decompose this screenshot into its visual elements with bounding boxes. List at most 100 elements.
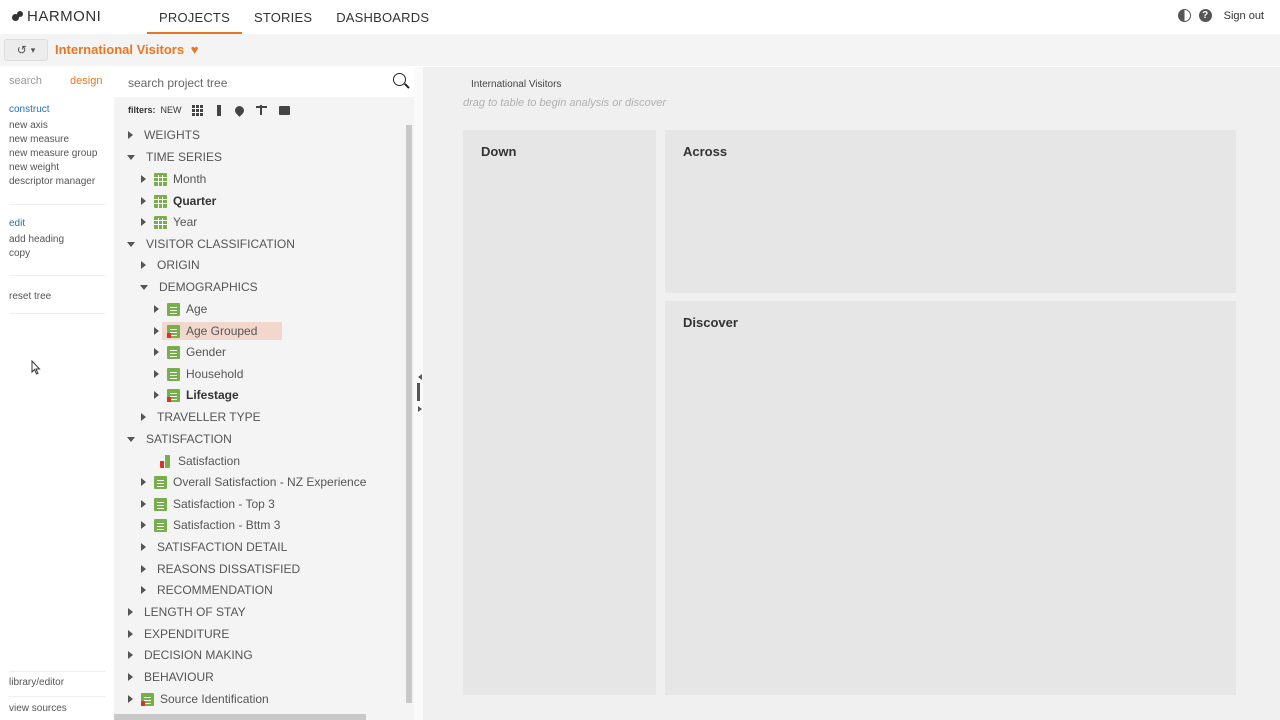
tree-horizontal-scrollbar[interactable] — [114, 714, 366, 720]
tree-node-recommendation[interactable]: RECOMMENDATION — [140, 580, 276, 600]
filter-new[interactable]: NEW — [161, 105, 182, 115]
expand-icon[interactable] — [154, 391, 159, 399]
expand-icon[interactable] — [154, 348, 159, 356]
expand-icon[interactable] — [141, 586, 146, 594]
tree-node-satisfaction-folder[interactable]: SATISFACTION — [127, 429, 235, 449]
tree-node-month[interactable]: Month — [140, 169, 209, 189]
collapse-left-icon[interactable] — [418, 374, 422, 380]
across-drop-zone[interactable]: Across — [665, 130, 1236, 293]
tree-node-visitor-classification[interactable]: VISITOR CLASSIFICATION — [127, 234, 298, 254]
project-bar: ↺ ▾ International Visitors ♥ — [0, 34, 1280, 66]
tree-node-satisfaction-detail[interactable]: SATISFACTION DETAIL — [140, 537, 290, 557]
collapse-icon[interactable] — [127, 242, 135, 247]
expand-icon[interactable] — [154, 305, 159, 313]
reset-tree-link[interactable]: reset tree — [9, 291, 105, 302]
tree-node-length-of-stay[interactable]: LENGTH OF STAY — [127, 602, 249, 622]
tree-node-expenditure[interactable]: EXPENDITURE — [127, 624, 232, 644]
tree-node-year[interactable]: Year — [140, 212, 200, 232]
tree-node-quarter[interactable]: Quarter — [140, 191, 219, 211]
tree-node-time-series[interactable]: TIME SERIES — [127, 147, 225, 167]
tree-vertical-scrollbar[interactable] — [406, 125, 412, 703]
tree-node-age[interactable]: Age — [153, 299, 210, 319]
logo-text: HARMONI — [27, 8, 102, 25]
tree-node-gender[interactable]: Gender — [153, 342, 229, 362]
view-sources-link[interactable]: view sources — [9, 703, 67, 714]
expand-icon[interactable] — [141, 521, 146, 529]
tree-node-decision-making[interactable]: DECISION MAKING — [127, 645, 256, 665]
heart-icon[interactable]: ♥ — [191, 42, 199, 57]
expand-icon[interactable] — [141, 197, 146, 205]
new-weight-link[interactable]: new weight — [9, 162, 105, 173]
tree-node-age-grouped[interactable]: Age Grouped — [153, 321, 283, 341]
expand-icon[interactable] — [141, 543, 146, 551]
map-pin-filter-icon[interactable] — [232, 103, 246, 117]
expand-icon[interactable] — [141, 175, 146, 183]
contrast-icon[interactable] — [1177, 9, 1191, 22]
tree-node-traveller-type[interactable]: TRAVELLER TYPE — [140, 407, 264, 427]
collapse-icon[interactable] — [140, 285, 148, 290]
analysis-area: International Visitors drag to table to … — [423, 67, 1280, 720]
grid-filter-icon[interactable] — [191, 104, 203, 116]
expand-icon[interactable] — [128, 608, 133, 616]
expand-icon[interactable] — [141, 218, 146, 226]
add-heading-link[interactable]: add heading — [9, 234, 105, 245]
nav-projects[interactable]: PROJECTS — [147, 0, 242, 34]
library-editor-link[interactable]: library/editor — [9, 677, 64, 688]
divider — [9, 204, 105, 205]
expand-icon[interactable] — [141, 500, 146, 508]
new-axis-link[interactable]: new axis — [9, 120, 105, 131]
tree-node-demographics[interactable]: DEMOGRAPHICS — [140, 277, 261, 297]
history-button[interactable]: ↺ ▾ — [4, 39, 48, 61]
sign-out-link[interactable]: Sign out — [1224, 10, 1264, 22]
collapse-icon[interactable] — [127, 437, 135, 442]
weight-filter-icon[interactable] — [255, 104, 267, 115]
tree-search-box — [114, 67, 414, 97]
tree-node-satisfaction-top-3[interactable]: Satisfaction - Top 3 — [140, 494, 278, 514]
down-drop-zone[interactable]: Down — [463, 130, 656, 695]
divider — [9, 671, 105, 672]
tree-node-origin[interactable]: ORIGIN — [140, 255, 203, 275]
splitter-grip-icon[interactable] — [417, 383, 420, 401]
discover-drop-zone[interactable]: Discover — [665, 301, 1236, 695]
expand-icon[interactable] — [128, 673, 133, 681]
descriptor-manager-link[interactable]: descriptor manager — [9, 176, 105, 187]
harmoni-logo[interactable]: HARMONI — [12, 8, 101, 25]
expand-icon[interactable] — [128, 131, 133, 139]
tree-node-satisfaction[interactable]: Satisfaction — [160, 451, 243, 471]
edit-heading[interactable]: edit — [9, 218, 105, 229]
tree-search-input[interactable] — [126, 73, 380, 93]
expand-icon[interactable] — [141, 413, 146, 421]
new-measure-link[interactable]: new measure — [9, 134, 105, 145]
tree-node-source-identification[interactable]: Source Identification — [127, 689, 272, 709]
expand-icon[interactable] — [141, 565, 146, 573]
expand-icon[interactable] — [141, 261, 146, 269]
new-measure-group-link[interactable]: new measure group — [9, 148, 105, 159]
tree-node-household[interactable]: Household — [153, 364, 246, 384]
nav-dashboards[interactable]: DASHBOARDS — [324, 0, 441, 34]
measure-filter-icon[interactable] — [216, 104, 221, 116]
expand-right-icon[interactable] — [418, 406, 422, 412]
expand-icon[interactable] — [141, 478, 146, 486]
copy-link[interactable]: copy — [9, 248, 105, 259]
expand-icon[interactable] — [128, 651, 133, 659]
tree-node-reasons-dissatisfied[interactable]: REASONS DISSATISFIED — [140, 559, 303, 579]
help-icon[interactable]: ? — [1198, 9, 1212, 22]
tree-node-behaviour[interactable]: BEHAVIOUR — [127, 667, 217, 687]
panel-splitter[interactable] — [414, 67, 423, 720]
construct-heading[interactable]: construct — [9, 104, 105, 115]
expand-icon[interactable] — [128, 630, 133, 638]
tab-design[interactable]: design — [61, 67, 111, 97]
tree-node-overall-satisfaction[interactable]: Overall Satisfaction - NZ Experience — [140, 472, 369, 492]
discover-label: Discover — [683, 315, 738, 330]
tree-node-lifestage[interactable]: Lifestage — [153, 385, 242, 405]
folder-filter-icon[interactable] — [278, 105, 290, 115]
expand-icon[interactable] — [154, 370, 159, 378]
expand-icon[interactable] — [128, 695, 133, 703]
tab-search[interactable]: search — [0, 67, 51, 97]
tree-node-weights[interactable]: WEIGHTS — [127, 125, 203, 145]
expand-icon[interactable] — [154, 327, 159, 335]
collapse-icon[interactable] — [127, 155, 135, 160]
search-icon[interactable] — [393, 73, 406, 86]
nav-stories[interactable]: STORIES — [242, 0, 324, 34]
tree-node-satisfaction-bttm-3[interactable]: Satisfaction - Bttm 3 — [140, 515, 283, 535]
